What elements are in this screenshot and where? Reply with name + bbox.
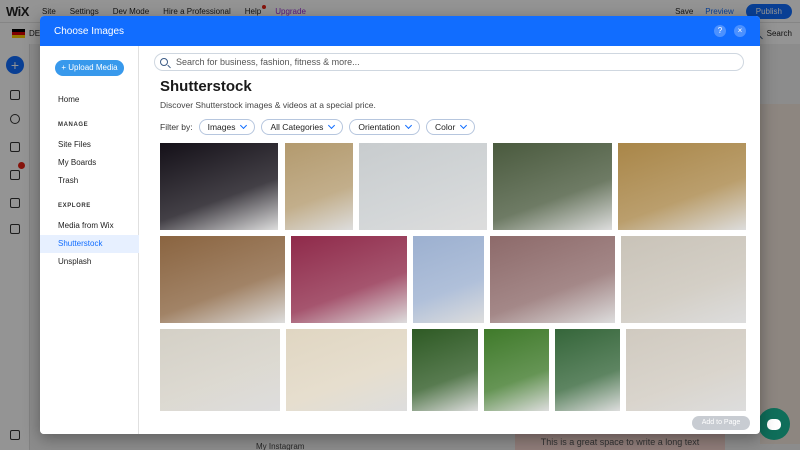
add-to-page-button[interactable]: Add to Page <box>692 416 750 430</box>
filter-color-label: Color <box>434 122 456 132</box>
image-thumbnail-rusty-car-desert[interactable] <box>285 143 353 230</box>
modal-header-buttons: ? × <box>714 25 746 37</box>
chevron-down-icon <box>404 121 413 130</box>
sidebar-section-manage: MANAGE <box>58 122 89 128</box>
filter-color-dropdown[interactable]: Color <box>425 119 476 135</box>
image-thumbnail-orange-cocktail[interactable] <box>412 329 478 411</box>
image-thumbnail-party-2022-balloons[interactable] <box>160 236 285 323</box>
filter-label: Filter by: <box>160 122 193 132</box>
filter-bar: Filter by: Images All Categories Orienta… <box>160 119 476 135</box>
image-thumbnail-cosmetic-bag[interactable] <box>490 236 615 323</box>
sidebar-item-shutterstock[interactable]: Shutterstock <box>40 235 139 253</box>
upload-media-button[interactable]: + Upload Media <box>55 60 124 76</box>
modal-footer: Add to Page <box>140 416 760 434</box>
image-thumbnail-mojito[interactable] <box>484 329 549 411</box>
page-subtitle: Discover Shutterstock images & videos at… <box>160 100 376 110</box>
help-icon[interactable]: ? <box>714 25 726 37</box>
chevron-down-icon <box>240 121 248 130</box>
sidebar-item-unsplash[interactable]: Unsplash <box>40 253 139 271</box>
sidebar-item-home[interactable]: Home <box>40 91 139 109</box>
filter-orientation-label: Orientation <box>358 122 400 132</box>
filter-categories-label: All Categories <box>270 122 324 132</box>
search-icon <box>160 58 168 66</box>
image-thumbnail-salmon-salad[interactable] <box>160 329 280 411</box>
image-thumbnail-strawberry-milkshake[interactable] <box>555 329 620 411</box>
choose-images-modal: Choose Images ? × + Upload Media Home MA… <box>40 16 760 434</box>
media-main: Search for business, fashion, fitness & … <box>140 46 760 434</box>
image-thumbnail-sushi-rolls[interactable] <box>626 329 746 411</box>
image-thumbnail-clock-new-year[interactable] <box>618 143 746 230</box>
media-search-input[interactable]: Search for business, fashion, fitness & … <box>154 53 744 71</box>
chat-button[interactable] <box>758 408 790 440</box>
image-thumbnail-river-stream[interactable] <box>493 143 612 230</box>
modal-title: Choose Images <box>54 25 125 37</box>
media-sidebar: + Upload Media Home MANAGE Site Files My… <box>40 46 139 434</box>
sidebar-item-media-from-wix[interactable]: Media from Wix <box>40 217 139 235</box>
image-thumbnail-sushi-plate[interactable] <box>621 236 746 323</box>
filter-images-label: Images <box>207 122 236 132</box>
image-thumbnail-tulip-flower[interactable] <box>413 236 484 323</box>
image-thumbnail-2022-bokeh[interactable] <box>359 143 487 230</box>
image-thumbnail-soup-bowl[interactable] <box>286 329 407 411</box>
chat-icon <box>767 418 781 430</box>
filter-orientation-dropdown[interactable]: Orientation <box>349 119 420 135</box>
chevron-down-icon <box>328 121 336 130</box>
image-thumbnail-pink-rose[interactable] <box>291 236 407 323</box>
sidebar-section-explore: EXPLORE <box>58 203 91 209</box>
filter-images-dropdown[interactable]: Images <box>198 119 256 135</box>
chevron-down-icon <box>460 121 468 130</box>
page-title: Shutterstock <box>160 78 252 95</box>
filter-categories-dropdown[interactable]: All Categories <box>261 119 344 135</box>
image-grid <box>160 143 750 411</box>
sidebar-item-site-files[interactable]: Site Files <box>40 136 139 154</box>
modal-header: Choose Images ? × <box>40 16 760 46</box>
search-placeholder: Search for business, fashion, fitness & … <box>176 57 360 67</box>
modal-body: + Upload Media Home MANAGE Site Files My… <box>40 46 760 434</box>
image-thumbnail-dark-texture[interactable] <box>160 143 278 230</box>
sidebar-item-trash[interactable]: Trash <box>40 172 139 190</box>
close-icon[interactable]: × <box>734 25 746 37</box>
sidebar-item-my-boards[interactable]: My Boards <box>40 154 139 172</box>
